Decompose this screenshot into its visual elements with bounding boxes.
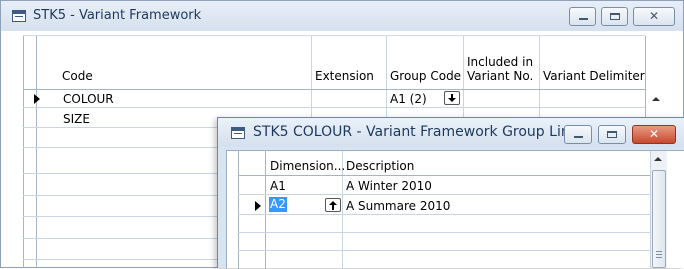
column-header-code[interactable]: Code <box>62 69 93 83</box>
close-icon: ✕ <box>648 9 660 23</box>
column-header-description[interactable]: Description <box>346 159 414 173</box>
row-line <box>23 238 218 239</box>
lookup-down-icon[interactable] <box>444 91 460 105</box>
column-header-included-line2[interactable]: Variant No. <box>467 69 533 83</box>
window-icon <box>12 10 26 22</box>
row-line <box>23 259 218 260</box>
header-bottom-line <box>23 89 645 90</box>
sub-selector-border <box>265 151 266 269</box>
grip-line <box>656 257 662 258</box>
row-description-a2[interactable]: A Summare 2010 <box>346 199 450 213</box>
sub-minimize-button[interactable] <box>564 125 592 144</box>
selector-column-border <box>36 35 37 268</box>
group-link-window: STK5 COLOUR - Variant Framework Group Li… <box>217 117 684 269</box>
row-dimension-a2[interactable]: A2 <box>269 197 287 212</box>
grid-top-border <box>23 35 645 36</box>
row-group-code[interactable]: A1 (2) <box>390 92 427 106</box>
row-line <box>23 195 218 196</box>
grip-line <box>656 254 662 255</box>
maximize-button[interactable] <box>601 7 628 26</box>
column-header-dimension[interactable]: Dimension... <box>270 159 345 173</box>
maximize-icon <box>610 13 620 20</box>
sub-title-bar[interactable]: STK5 COLOUR - Variant Framework Group Li… <box>218 118 684 147</box>
sub-selector-column-border <box>238 151 239 269</box>
scroll-up-icon[interactable] <box>654 157 662 161</box>
main-window-title: STK5 - Variant Framework <box>33 8 202 23</box>
minimize-icon <box>574 136 583 138</box>
column-header-extension[interactable]: Extension <box>315 69 374 83</box>
row-dimension-a1[interactable]: A1 <box>270 179 286 193</box>
sub-window-title: STK5 COLOUR - Variant Framework Group Li… <box>253 124 578 140</box>
column-header-included-line1[interactable]: Included in <box>467 55 533 69</box>
scrollbar-thumb[interactable] <box>652 170 666 268</box>
row-line <box>23 147 218 148</box>
row-line <box>238 232 651 233</box>
row-line <box>238 194 651 195</box>
main-title-bar[interactable]: STK5 - Variant Framework ✕ <box>1 1 683 31</box>
lookup-up-icon[interactable] <box>325 198 341 212</box>
row-line <box>238 250 651 251</box>
sub-header-bottom-line <box>238 175 651 176</box>
sub-close-button[interactable]: ✕ <box>632 125 676 144</box>
grid-left-border <box>23 35 24 268</box>
grip-line <box>656 251 662 252</box>
close-icon: ✕ <box>648 127 660 141</box>
row-line <box>23 173 218 174</box>
close-button[interactable]: ✕ <box>633 7 675 26</box>
column-header-delimiter[interactable]: Variant Delimiter <box>543 69 645 83</box>
row-code-size[interactable]: SIZE <box>63 112 90 126</box>
row-description-a1[interactable]: A Winter 2010 <box>346 179 432 193</box>
window-icon <box>231 127 245 139</box>
row-marker-icon <box>34 94 40 104</box>
row-code-colour[interactable]: COLOUR <box>63 92 114 106</box>
minimize-icon <box>579 18 588 20</box>
row-line <box>23 216 218 217</box>
column-header-group-code[interactable]: Group Code <box>390 69 461 83</box>
row-line <box>238 214 651 215</box>
maximize-icon <box>607 131 617 138</box>
row-marker-icon <box>255 201 261 211</box>
minimize-button[interactable] <box>569 7 596 26</box>
scroll-up-icon[interactable] <box>652 97 660 101</box>
sub-maximize-button[interactable] <box>598 125 626 144</box>
row-line <box>23 107 645 108</box>
